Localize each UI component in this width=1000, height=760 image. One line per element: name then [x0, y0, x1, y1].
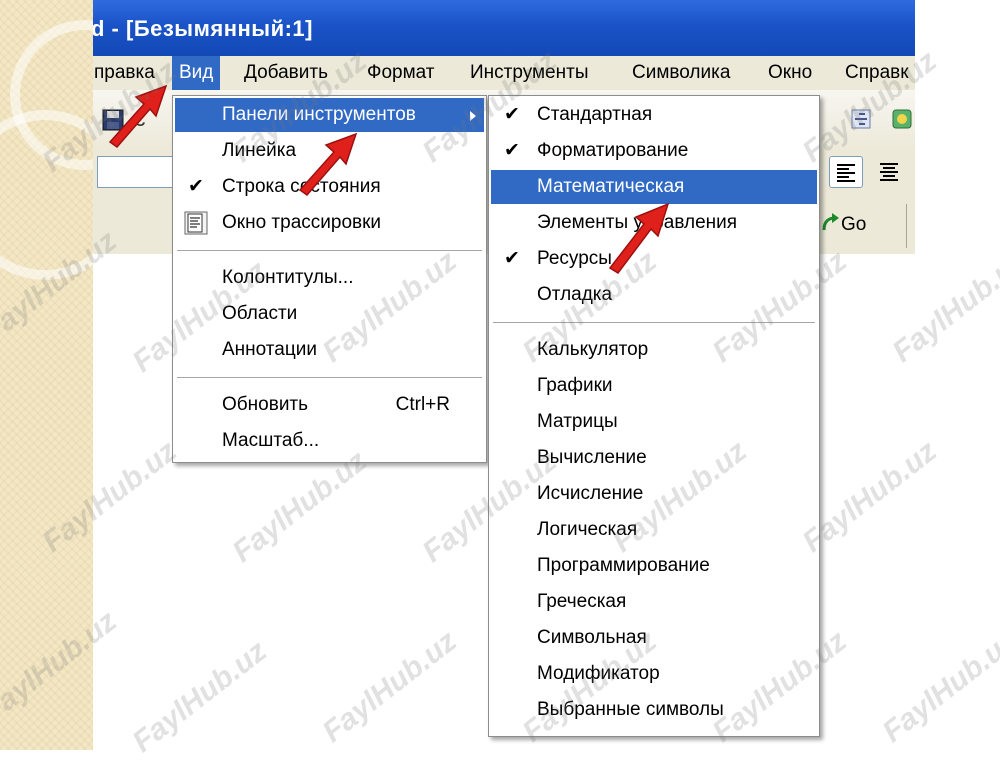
resources-icon: [892, 109, 912, 129]
menu-separator: [493, 322, 815, 323]
submenu-item-programming[interactable]: Программирование: [491, 549, 817, 583]
submenu-item-modifier[interactable]: Модификатор: [491, 657, 817, 691]
submenu-item-evaluation[interactable]: Вычисление: [491, 441, 817, 475]
submenu-item-boolean[interactable]: Логическая: [491, 513, 817, 547]
menu-item-ruler[interactable]: Линейка: [175, 134, 484, 168]
go-button[interactable]: Go: [821, 210, 866, 240]
slide-background-strip: [0, 0, 160, 750]
toolbars-submenu: ✔ Стандартная ✔ Форматирование Математич…: [488, 95, 820, 737]
menu-bar: правка Вид Добавить Формат Инструменты С…: [93, 56, 915, 90]
align-center-icon: [880, 163, 898, 181]
submenu-item-calculator[interactable]: Калькулятор: [491, 333, 817, 367]
shortcut-label: Ctrl+R: [395, 394, 450, 415]
menu-item-toolbars[interactable]: Панели инструментов: [175, 98, 484, 132]
submenu-item-graphs[interactable]: Графики: [491, 369, 817, 403]
menu-view[interactable]: Вид: [172, 56, 221, 90]
menu-format[interactable]: Формат: [360, 56, 442, 90]
align-center-button[interactable]: [873, 156, 905, 186]
submenu-item-symbolic[interactable]: Символьная: [491, 621, 817, 655]
hyperlink-button[interactable]: [845, 104, 877, 134]
menu-item-annotations[interactable]: Аннотации: [175, 333, 484, 367]
menu-window[interactable]: Окно: [761, 56, 819, 90]
submenu-item-greek[interactable]: Греческая: [491, 585, 817, 619]
print-icon[interactable]: €: [133, 106, 145, 132]
submenu-item-debug[interactable]: Отладка: [491, 278, 817, 312]
check-icon: ✔: [504, 104, 520, 125]
submenu-item-resources[interactable]: ✔ Ресурсы: [491, 242, 817, 276]
trace-window-icon: [184, 211, 208, 247]
submenu-item-controls[interactable]: Элементы управления: [491, 206, 817, 240]
save-icon: [102, 109, 124, 131]
submenu-arrow-icon: [470, 111, 476, 121]
menu-item-status-bar[interactable]: ✔ Строка состояния: [175, 170, 484, 204]
title-bar[interactable]: d - [Безымянный:1]: [93, 0, 915, 56]
menu-tools[interactable]: Инструменты: [463, 56, 595, 90]
menu-item-refresh[interactable]: Обновить Ctrl+R: [175, 388, 484, 422]
view-menu-dropdown: Панели инструментов Линейка ✔ Строка сос…: [172, 95, 487, 463]
save-button[interactable]: [97, 105, 129, 135]
align-left-icon: [837, 164, 855, 182]
menu-item-zoom[interactable]: Масштаб...: [175, 424, 484, 458]
menu-insert[interactable]: Добавить: [237, 56, 335, 90]
submenu-item-math[interactable]: Математическая: [491, 170, 817, 204]
submenu-item-standard[interactable]: ✔ Стандартная: [491, 98, 817, 132]
menu-symbolics[interactable]: Символика: [625, 56, 737, 90]
toolbar-separator: [906, 204, 907, 248]
resources-button[interactable]: [887, 104, 915, 134]
menu-help[interactable]: Справк: [838, 56, 915, 90]
menu-item-headers-footers[interactable]: Колонтитулы...: [175, 261, 484, 295]
submenu-item-calculus[interactable]: Исчисление: [491, 477, 817, 511]
check-icon: ✔: [504, 140, 520, 161]
submenu-item-custom-characters[interactable]: Выбранные символы: [491, 693, 817, 727]
submenu-item-matrices[interactable]: Матрицы: [491, 405, 817, 439]
link-icon: [851, 109, 871, 129]
menu-edit[interactable]: правка: [93, 56, 162, 90]
menu-item-regions[interactable]: Области: [175, 297, 484, 331]
menu-separator: [177, 377, 482, 378]
window-title: d - [Безымянный:1]: [93, 16, 313, 41]
menu-item-trace-window[interactable]: Окно трассировки: [175, 206, 484, 240]
check-icon: ✔: [188, 176, 204, 197]
check-icon: ✔: [504, 248, 520, 269]
menu-separator: [177, 250, 482, 251]
submenu-item-formatting[interactable]: ✔ Форматирование: [491, 134, 817, 168]
align-left-button[interactable]: [829, 156, 863, 188]
go-label: Go: [841, 214, 867, 235]
go-arrow-icon: [822, 213, 839, 231]
